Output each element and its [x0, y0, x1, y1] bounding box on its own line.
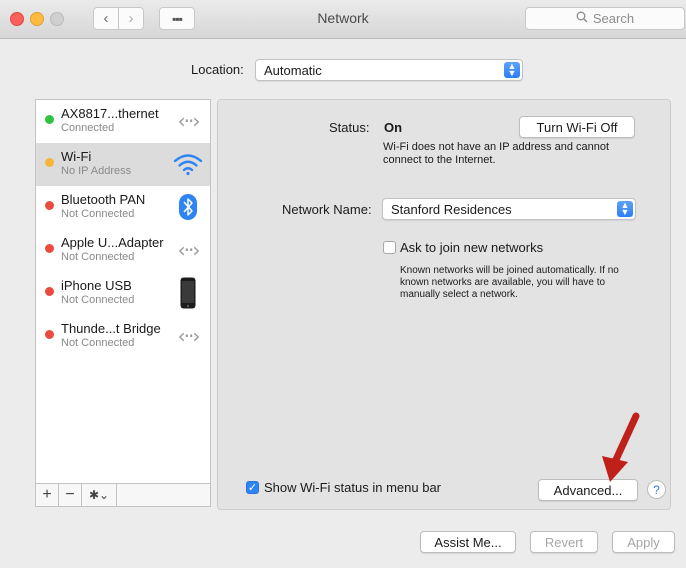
location-value: Automatic — [264, 62, 322, 78]
ask-to-join-checkbox[interactable] — [383, 241, 396, 254]
service-item-wifi[interactable]: Wi-Fi No IP Address — [36, 143, 210, 186]
search-field[interactable]: Search — [525, 7, 685, 30]
status-value: On — [384, 120, 403, 135]
service-name: AX8817...thernet — [61, 106, 159, 121]
ethernet-icon: ‹··› — [177, 324, 201, 348]
location-label: Location: — [191, 62, 244, 77]
help-button[interactable]: ? — [647, 480, 666, 499]
location-popup[interactable]: Automatic ▲ ▼ — [255, 59, 523, 81]
status-dot-red — [45, 330, 54, 339]
ask-to-join-description: Known networks will be joined automatica… — [400, 265, 619, 300]
service-item-apple-usb-adapter[interactable]: Apple U...Adapter Not Connected ‹··› — [36, 229, 210, 272]
status-label: Status: — [329, 120, 370, 135]
network-name-value: Stanford Residences — [391, 201, 512, 217]
service-item-bluetooth-pan[interactable]: Bluetooth PAN Not Connected — [36, 186, 210, 229]
turn-wifi-off-button[interactable]: Turn Wi-Fi Off — [519, 116, 635, 138]
bluetooth-icon — [172, 192, 204, 222]
wifi-icon — [172, 149, 204, 179]
service-status: Not Connected — [61, 337, 135, 349]
service-name: Thunde...t Bridge — [61, 321, 161, 336]
show-wifi-status-label[interactable]: Show Wi-Fi status in menu bar — [264, 480, 441, 495]
status-dot-red — [45, 201, 54, 210]
apply-button[interactable]: Apply — [612, 531, 675, 553]
service-name: Bluetooth PAN — [61, 192, 146, 207]
service-list: AX8817...thernet Connected ‹··› Wi-Fi No… — [35, 99, 211, 484]
search-icon — [576, 11, 588, 26]
network-name-popup[interactable]: Stanford Residences ▲ ▼ — [382, 198, 636, 220]
search-placeholder: Search — [592, 11, 635, 26]
gear-menu-button[interactable]: ✱⌄ — [82, 484, 117, 506]
service-status: Not Connected — [61, 208, 135, 220]
status-dot-red — [45, 287, 54, 296]
service-status: Connected — [61, 122, 115, 134]
network-name-label: Network Name: — [282, 202, 372, 217]
service-name: Apple U...Adapter — [61, 235, 164, 250]
popup-arrows-icon: ▲ ▼ — [617, 201, 633, 217]
service-name: Wi-Fi — [61, 149, 92, 164]
annotation-arrow-icon — [602, 412, 640, 482]
service-status: No IP Address — [61, 165, 132, 177]
title-bar: ‹ › ▪▪▪ Network Search — [0, 0, 686, 39]
iphone-icon — [172, 277, 204, 309]
service-name: iPhone USB — [61, 278, 132, 293]
service-status: Not Connected — [61, 294, 135, 306]
ask-to-join-label[interactable]: Ask to join new networks — [400, 240, 543, 255]
status-description: Wi-Fi does not have an IP address and ca… — [383, 141, 610, 166]
checkmark-icon: ✓ — [247, 482, 258, 494]
service-list-toolbar: + − ✱⌄ — [35, 484, 211, 507]
add-service-button[interactable]: + — [36, 484, 59, 506]
status-dot-red — [45, 244, 54, 253]
remove-service-button[interactable]: − — [59, 484, 82, 506]
service-item-ethernet[interactable]: AX8817...thernet Connected ‹··› — [36, 100, 210, 143]
service-status: Not Connected — [61, 251, 135, 263]
revert-button[interactable]: Revert — [530, 531, 598, 553]
ethernet-icon: ‹··› — [177, 238, 201, 262]
popup-arrows-icon: ▲ ▼ — [504, 62, 520, 78]
ethernet-icon: ‹··› — [177, 109, 201, 133]
service-item-iphone-usb[interactable]: iPhone USB Not Connected — [36, 272, 210, 315]
status-dot-yellow — [45, 158, 54, 167]
assist-me-button[interactable]: Assist Me... — [420, 531, 516, 553]
status-dot-green — [45, 115, 54, 124]
service-item-thunderbolt-bridge[interactable]: Thunde...t Bridge Not Connected ‹··› — [36, 315, 210, 358]
show-wifi-status-checkbox[interactable]: ✓ — [246, 481, 259, 494]
